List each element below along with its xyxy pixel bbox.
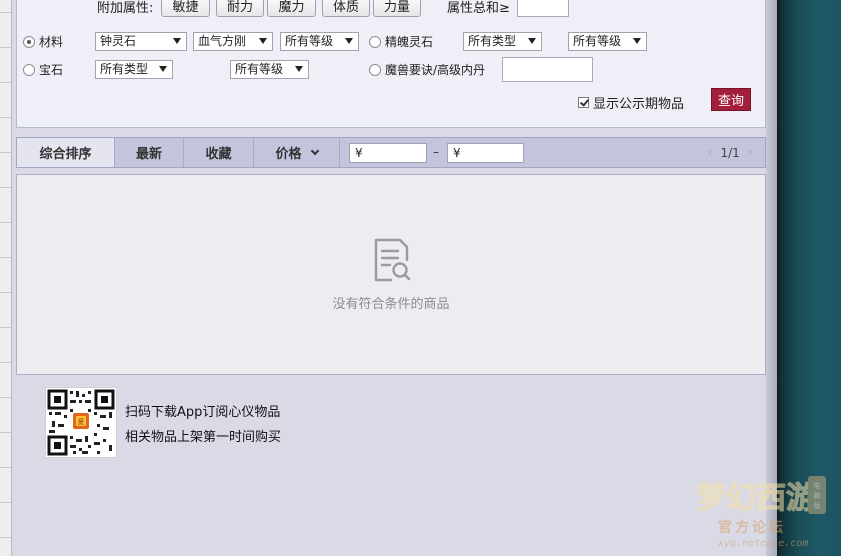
material-attr-select[interactable]: 血气方刚	[193, 32, 273, 51]
empty-message: 没有符合条件的商品	[332, 297, 450, 312]
svg-text:夏: 夏	[78, 418, 85, 426]
gem-level-value: 所有等级	[235, 62, 284, 76]
dropdown-arrow-icon	[159, 66, 167, 72]
spirit-level-select[interactable]: 所有等级	[568, 32, 647, 51]
dropdown-arrow-icon	[345, 38, 353, 44]
attr-button-magic[interactable]: 魔力	[267, 0, 316, 17]
query-button[interactable]: 查询	[711, 88, 751, 111]
sort-tab-overall[interactable]: 综合排序	[17, 138, 115, 167]
attr-button-strength[interactable]: 力量	[373, 0, 421, 17]
show-public-checkbox[interactable]	[578, 97, 589, 108]
beast-skill-label: 魔兽要诀/高级内丹	[385, 63, 486, 77]
chevron-right-icon[interactable]: ›	[748, 145, 753, 160]
document-search-icon	[374, 238, 411, 282]
logo-badge-text: 电	[814, 481, 821, 490]
material-type-value: 钟灵石	[100, 34, 137, 48]
app-qr-code[interactable]: 夏	[45, 387, 117, 458]
attr-sum-input[interactable]	[517, 0, 569, 17]
beast-skill-input[interactable]	[502, 57, 593, 82]
attr-button-endurance[interactable]: 耐力	[216, 0, 264, 17]
spirit-stone-label: 精魄灵石	[385, 35, 434, 49]
gem-level-select[interactable]: 所有等级	[230, 60, 309, 79]
pager: ‹ 1/1 ›	[707, 145, 753, 160]
dropdown-arrow-icon	[295, 66, 303, 72]
gem-radio[interactable]	[23, 64, 35, 76]
dropdown-arrow-icon	[259, 38, 267, 44]
filter-panel: 附加属性: 敏捷 耐力 魔力 体质 力量 属性总和≥ 材料 钟灵石 血气方刚 所…	[16, 0, 766, 128]
dropdown-arrow-icon	[173, 38, 181, 44]
attr-button-constitution[interactable]: 体质	[322, 0, 370, 17]
gem-radio-label: 宝石	[39, 63, 64, 77]
sort-tab-price-label: 价格	[275, 147, 302, 162]
sort-tab-price[interactable]: 价格	[254, 138, 340, 167]
logo-subtitle-text: 官方论坛	[718, 519, 786, 536]
material-type-select[interactable]: 钟灵石	[95, 32, 187, 51]
material-attr-value: 血气方刚	[198, 34, 247, 48]
spirit-level-value: 所有等级	[573, 34, 622, 48]
svg-text:版: 版	[814, 501, 821, 510]
spirit-stone-radio[interactable]	[369, 36, 381, 48]
show-public-label: 显示公示期物品	[593, 97, 685, 112]
gem-type-select[interactable]: 所有类型	[95, 60, 173, 79]
sort-tab-favorites[interactable]: 收藏	[184, 138, 254, 167]
attr-button-agility[interactable]: 敏捷	[161, 0, 210, 17]
dropdown-arrow-icon	[528, 38, 536, 44]
logo-title-text: 梦幻西游	[696, 481, 816, 516]
material-radio[interactable]	[23, 36, 35, 48]
attr-sum-label: 属性总和≥	[447, 1, 510, 16]
price-max-input[interactable]: ¥	[447, 143, 524, 163]
chevron-left-icon[interactable]: ‹	[707, 145, 712, 160]
left-edge-strip	[0, 0, 12, 556]
qr-caption-line2: 相关物品上架第一时间购买	[125, 430, 282, 445]
attr-label: 附加属性:	[97, 1, 154, 16]
dropdown-arrow-icon	[633, 38, 641, 44]
material-level-select[interactable]: 所有等级	[280, 32, 359, 51]
spirit-type-value: 所有类型	[468, 34, 517, 48]
chevron-down-icon	[310, 146, 319, 155]
logo-url-text: xyq.netease.com	[717, 538, 808, 549]
results-panel: 没有符合条件的商品	[16, 174, 766, 375]
gem-type-value: 所有类型	[100, 62, 149, 76]
spirit-type-select[interactable]: 所有类型	[463, 32, 542, 51]
material-radio-label: 材料	[39, 35, 64, 49]
material-level-value: 所有等级	[285, 34, 334, 48]
beast-skill-radio[interactable]	[369, 64, 381, 76]
qr-caption-line1: 扫码下载App订阅心仪物品	[125, 405, 281, 420]
page-indicator: 1/1	[720, 145, 740, 160]
game-logo-watermark: 梦幻西游 电 脑 版 官方论坛 xyq.netease.com	[696, 476, 826, 549]
qr-code-image: 夏	[47, 389, 115, 456]
price-min-input[interactable]: ¥	[349, 143, 427, 163]
price-range-separator: –	[433, 145, 439, 159]
sort-bar: 综合排序 最新 收藏 价格 ¥ – ¥ ‹ 1/1 ›	[16, 137, 766, 168]
sort-tab-newest[interactable]: 最新	[115, 138, 184, 167]
svg-text:脑: 脑	[814, 491, 821, 500]
